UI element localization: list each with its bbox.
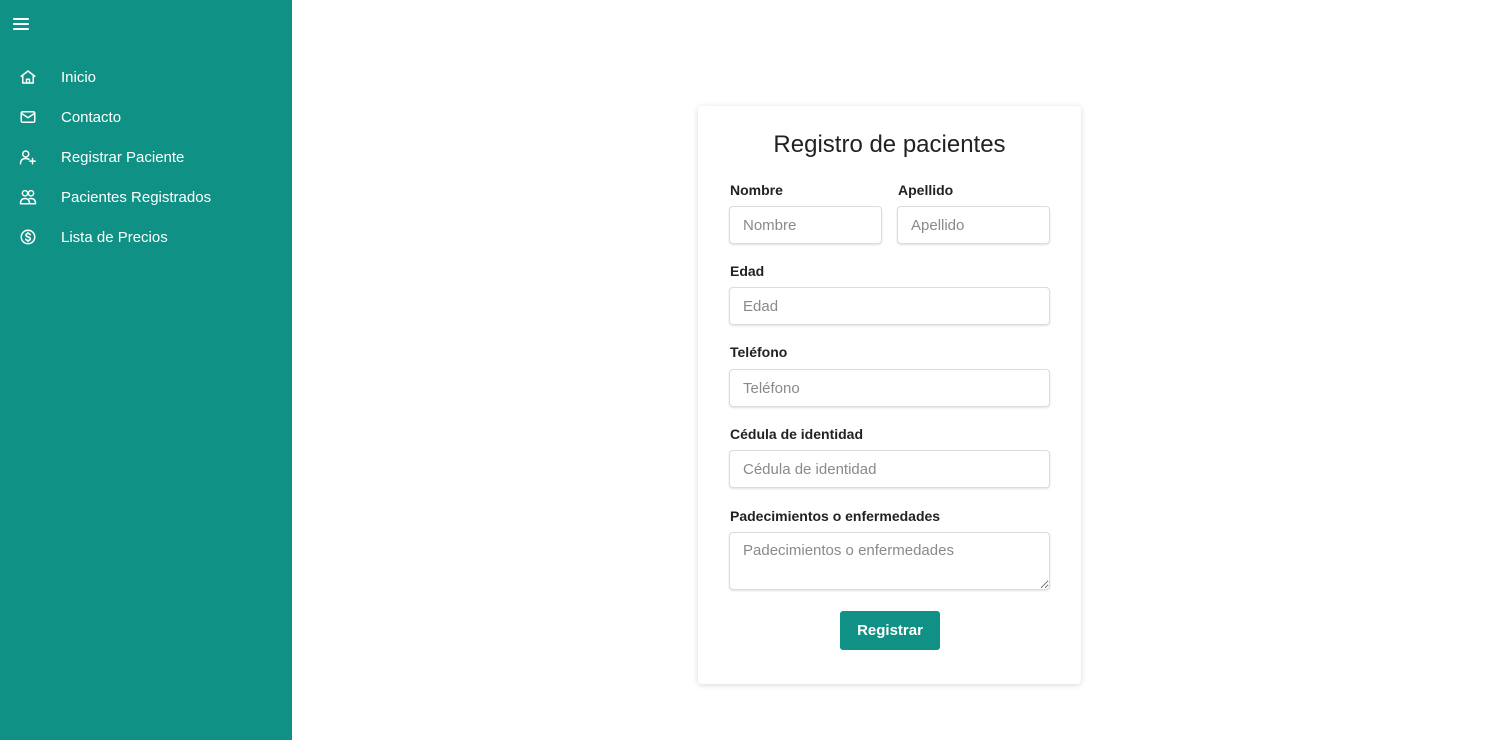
sidebar-item-contacto[interactable]: Contacto [0, 97, 292, 137]
sidebar-item-label: Registrar Paciente [61, 148, 185, 166]
hamburger-menu-icon[interactable] [12, 15, 32, 33]
sidebar-item-inicio[interactable]: Inicio [0, 57, 292, 97]
cedula-label: Cédula de identidad [730, 426, 864, 442]
sidebar-item-registrar-paciente[interactable]: Registrar Paciente [0, 137, 292, 177]
sidebar-item-pacientes-registrados[interactable]: Pacientes Registrados [0, 177, 292, 217]
edad-input[interactable] [729, 287, 1050, 325]
dollar-circle-icon [19, 228, 37, 246]
form-title: Registro de pacientes [773, 131, 1006, 158]
user-plus-icon [19, 148, 37, 166]
sidebar-item-lista-de-precios[interactable]: Lista de Precios [0, 217, 292, 257]
padecimientos-textarea[interactable] [729, 532, 1050, 590]
sidebar: Inicio Contacto Registrar Paciente Pacie… [0, 0, 292, 740]
app-root: Inicio Contacto Registrar Paciente Pacie… [0, 0, 1485, 740]
mail-icon [19, 108, 37, 126]
apellido-label: Apellido [898, 182, 954, 198]
padecimientos-label: Padecimientos o enfermedades [730, 508, 941, 524]
telefono-input[interactable] [729, 369, 1050, 407]
sidebar-item-label: Contacto [61, 108, 122, 126]
nombre-label: Nombre [730, 182, 783, 198]
cedula-input[interactable] [729, 450, 1050, 488]
sidebar-nav: Inicio Contacto Registrar Paciente Pacie… [0, 57, 292, 257]
nombre-input[interactable] [729, 206, 882, 244]
sidebar-item-label: Inicio [61, 68, 97, 86]
apellido-input[interactable] [897, 206, 1050, 244]
registrar-button[interactable]: Registrar [840, 611, 940, 650]
telefono-label: Teléfono [730, 344, 788, 360]
sidebar-item-label: Lista de Precios [61, 228, 168, 246]
sidebar-item-label: Pacientes Registrados [61, 188, 212, 206]
patient-registration-form: Registro de pacientes Nombre Apellido Ed… [698, 106, 1081, 684]
users-icon [19, 188, 37, 206]
edad-label: Edad [730, 263, 765, 279]
home-icon [19, 68, 37, 86]
